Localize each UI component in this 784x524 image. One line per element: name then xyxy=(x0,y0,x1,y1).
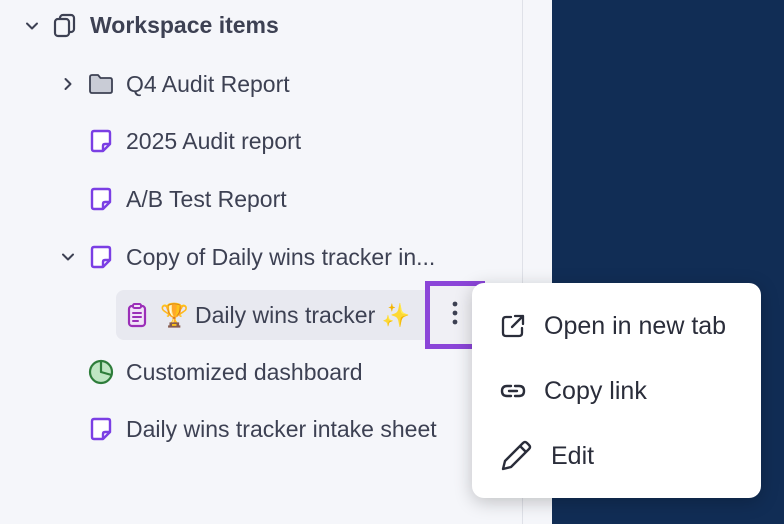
sidebar-item-label: Q4 Audit Report xyxy=(126,70,290,97)
menu-item-copy-link[interactable]: Copy link xyxy=(472,366,761,416)
pencil-icon xyxy=(498,438,534,474)
dashboard-icon xyxy=(88,359,114,385)
workspace-items-header[interactable]: Workspace items xyxy=(52,5,279,45)
doc-icon xyxy=(88,416,114,442)
menu-item-label: Edit xyxy=(551,441,595,470)
form-icon xyxy=(124,302,150,328)
context-menu: Open in new tab Copy link Edit xyxy=(472,283,761,498)
chevron-down-icon[interactable] xyxy=(22,16,42,36)
stacked-docs-icon xyxy=(52,12,78,38)
chevron-right-icon[interactable] xyxy=(58,74,78,94)
doc-icon xyxy=(88,186,114,212)
menu-item-open-in-new-tab[interactable]: Open in new tab xyxy=(472,301,761,351)
doc-icon xyxy=(88,128,114,154)
sidebar-item-label: Customized dashboard xyxy=(126,358,363,385)
vertical-dots-icon xyxy=(451,300,459,331)
sidebar-item-label: 2025 Audit report xyxy=(126,127,302,154)
link-icon xyxy=(498,376,528,406)
sidebar-item-copy-of-daily-wins-tracker[interactable]: Copy of Daily wins tracker in... xyxy=(88,237,435,277)
sidebar-item-daily-wins-intake-sheet[interactable]: Daily wins tracker intake sheet xyxy=(88,409,437,449)
sidebar-item-label: A/B Test Report xyxy=(126,185,287,212)
menu-item-label: Copy link xyxy=(544,376,647,405)
sidebar: Workspace items Q4 Audit Report 2025 Aud… xyxy=(0,0,523,524)
workspace-items-label: Workspace items xyxy=(90,11,279,38)
menu-item-label: Open in new tab xyxy=(544,311,727,340)
external-link-icon xyxy=(498,311,528,341)
folder-icon xyxy=(88,71,114,97)
sidebar-item-q4-audit-report[interactable]: Q4 Audit Report xyxy=(88,64,290,104)
sidebar-item-label: Daily wins tracker intake sheet xyxy=(126,415,437,442)
sidebar-item-daily-wins-tracker[interactable]: 🏆 Daily wins tracker ✨ xyxy=(124,295,410,335)
chevron-down-icon[interactable] xyxy=(58,247,78,267)
menu-item-edit[interactable]: Edit xyxy=(472,431,761,481)
doc-icon xyxy=(88,244,114,270)
sidebar-item-label: Copy of Daily wins tracker in... xyxy=(126,243,436,270)
sidebar-item-customized-dashboard[interactable]: Customized dashboard xyxy=(88,352,363,392)
sidebar-item-label: 🏆 Daily wins tracker ✨ xyxy=(160,301,411,328)
sidebar-item-2025-audit-report[interactable]: 2025 Audit report xyxy=(88,121,301,161)
sidebar-item-ab-test-report[interactable]: A/B Test Report xyxy=(88,179,287,219)
